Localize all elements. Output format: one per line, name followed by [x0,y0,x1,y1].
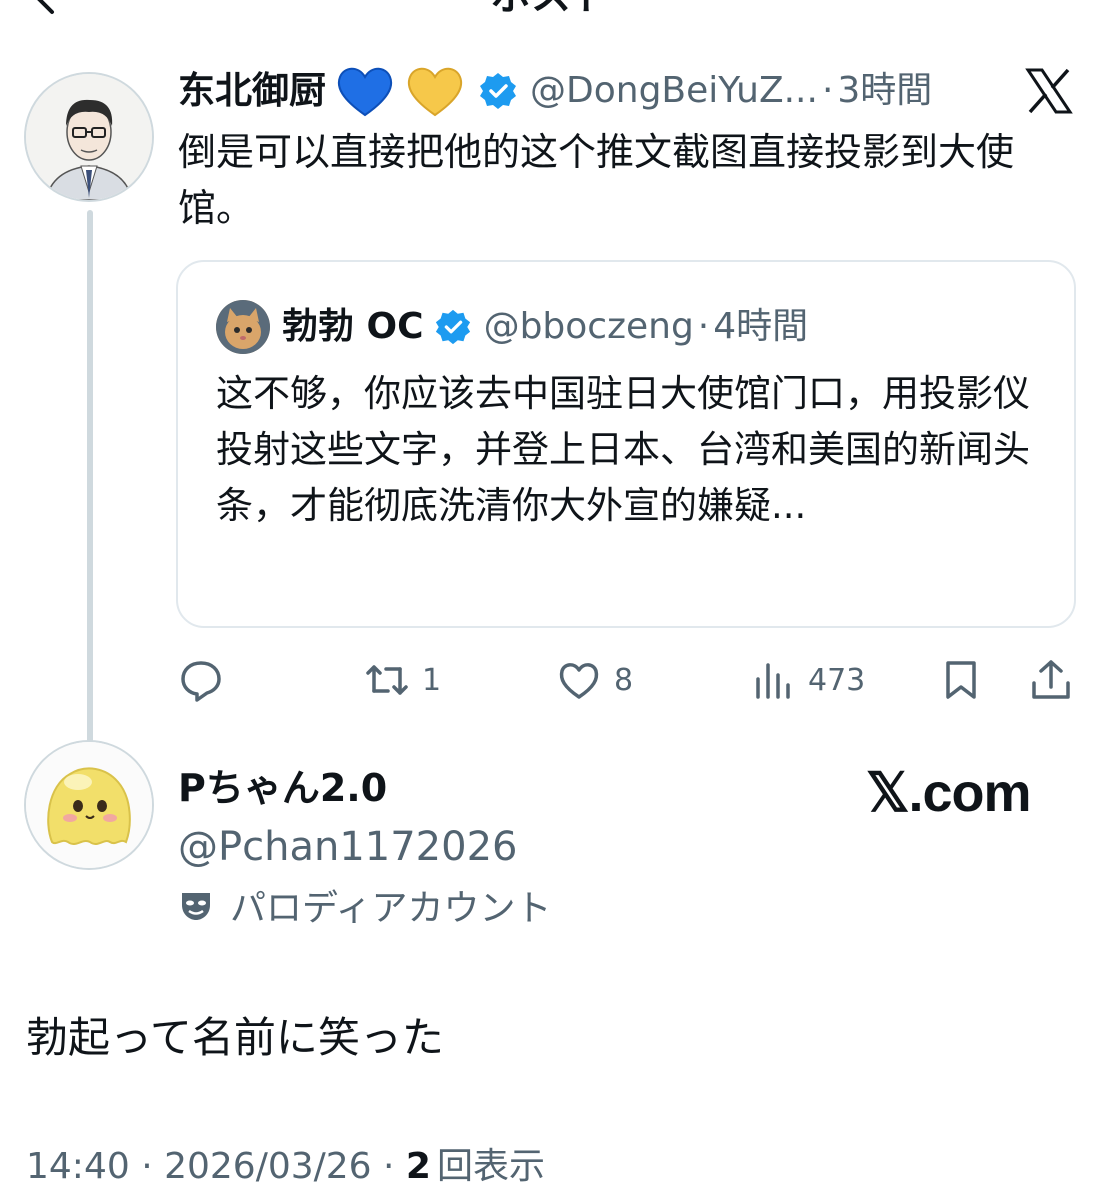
quoted-post-time: 4時間 [713,306,809,347]
views-button[interactable]: 473 [750,650,865,710]
bookmark-button[interactable] [938,650,984,710]
post-time[interactable]: 3時間 [837,69,932,113]
thread-connector-line [87,210,93,758]
author-name[interactable]: 东北御厨 [178,69,326,113]
avatar[interactable] [24,740,154,870]
post-action-bar: 1 8 473 [176,650,1076,710]
quoted-post-header: 勃勃 OC @bboczeng · 4時間 [282,302,808,352]
verified-badge-icon [435,309,470,345]
quoted-post-text: 这不够，你应该去中国驻日大使馆门口，用投影仪投射这些文字，并登上日本、台湾和美国… [216,372,1030,527]
share-button[interactable] [1028,650,1074,710]
yellow-ghost-avatar-icon [26,742,152,868]
repost-icon [366,665,408,695]
post-text: 倒是可以直接把他的这个推文截图直接投影到大使馆。 [178,130,1015,230]
top-navigation-bar: ポスト [0,0,1102,24]
quoted-author-name: 勃勃 OC [282,306,424,347]
x-com-watermark: 𝕏.com [866,763,1032,823]
views-count: 473 [808,662,866,698]
post-text: 勃起って名前に笑った [26,1013,444,1062]
reply-icon [181,661,221,702]
author-handle[interactable]: @Pchan1172026 [178,822,517,872]
bookmark-icon [946,661,976,699]
cat-avatar-icon [216,300,270,354]
author-name[interactable]: Pちゃん2.0 [178,766,387,810]
theater-mask-icon [182,893,210,920]
verified-badge-icon [480,73,516,109]
share-icon [1032,660,1070,699]
avatar[interactable] [24,72,154,202]
blue-heart-icon [337,67,393,117]
meta-separator: · [821,70,834,111]
post-timestamp[interactable]: 14:40 · 2026/03/26 · [26,1146,406,1187]
post-timestamp-row: 14:40 · 2026/03/26 · 2 回表示 [26,1142,545,1192]
views-label: 回表示 [436,1146,545,1187]
quoted-author-handle: @bboczeng [483,306,694,347]
quoted-post-card[interactable]: 勃勃 OC @bboczeng · 4時間 这不够，你应该去中国驻日大使馆门口，… [176,260,1076,628]
author-handle[interactable]: @DongBeiYuZ... [530,69,818,113]
page-title: ポスト [0,0,1102,18]
account-label-text: パロディアカウント [230,888,552,929]
meta-separator: · [697,306,710,347]
heart-emojis [334,63,466,119]
illustrated-man-avatar-icon [26,74,152,200]
reply-button[interactable] [178,650,236,710]
parody-account-label: パロディアカウント [178,880,551,930]
x-logo-icon [1025,68,1073,114]
like-count: 8 [614,662,634,698]
yellow-heart-icon [407,67,463,117]
avatar [216,300,270,354]
heart-icon [559,663,599,699]
repost-count: 1 [422,662,442,698]
like-button[interactable]: 8 [556,650,633,710]
views-count: 2 [405,1146,431,1187]
analytics-bars-icon [756,663,790,699]
post-header: 东北御厨 @DongBeiYuZ... · 3時間 [178,67,932,117]
repost-button[interactable]: 1 [364,650,441,710]
